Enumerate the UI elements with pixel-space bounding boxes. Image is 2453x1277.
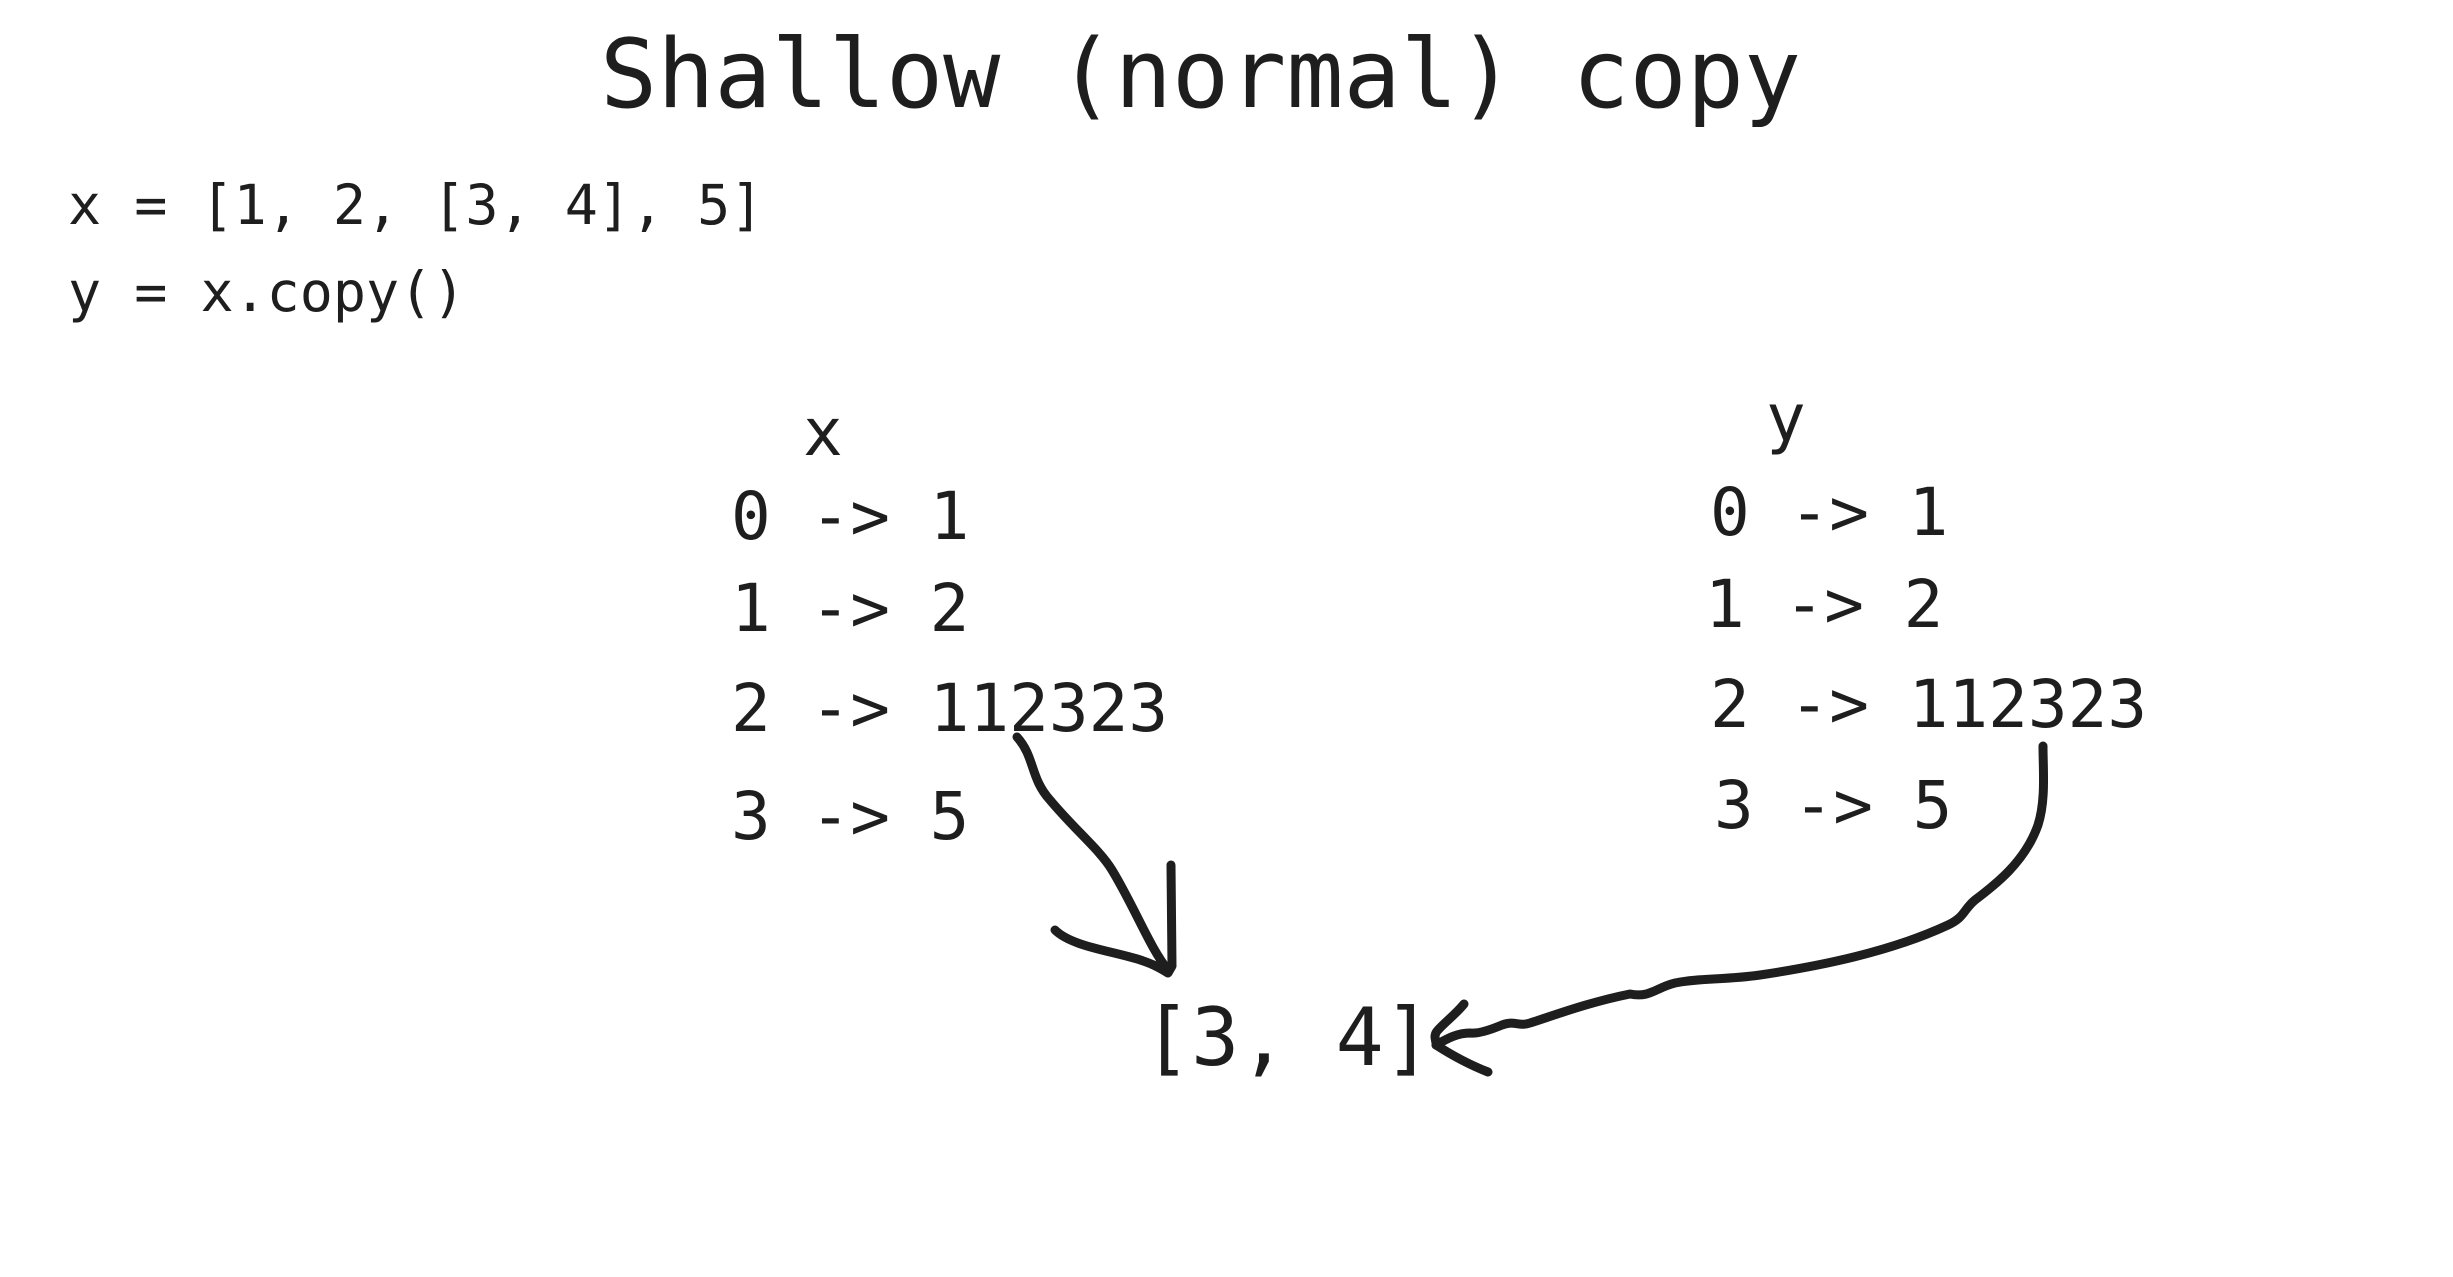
whiteboard-canvas: Shallow (normal) copy x = [1, 2, [3, 4],… <box>0 0 2453 1277</box>
reference-arrows <box>1012 732 2049 1077</box>
x-to-shared-arrow-shaft <box>1012 732 1173 975</box>
y-to-shared-arrow-shaft <box>1431 741 2049 1050</box>
